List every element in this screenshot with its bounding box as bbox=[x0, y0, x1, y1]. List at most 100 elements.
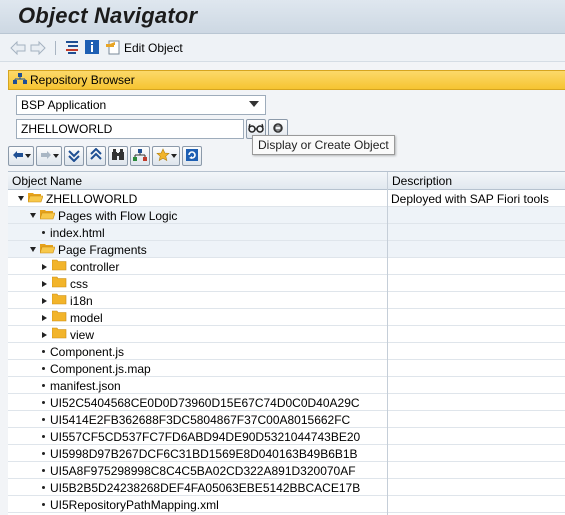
tree-node[interactable]: controller bbox=[42, 258, 119, 275]
expand-arrow-right-icon[interactable] bbox=[42, 297, 47, 304]
expand-arrow-down-icon[interactable] bbox=[30, 247, 36, 252]
find-button[interactable] bbox=[108, 146, 128, 166]
refresh-icon bbox=[185, 148, 199, 165]
tree-node[interactable]: UI5RepositoryPathMapping.xml bbox=[42, 496, 219, 513]
back-button[interactable] bbox=[10, 39, 26, 57]
chevron-down-icon bbox=[249, 101, 259, 107]
tree-node-label: Component.js bbox=[50, 344, 125, 359]
object-type-value: BSP Application bbox=[21, 98, 107, 112]
expand-arrow-down-icon[interactable] bbox=[30, 213, 36, 218]
tree-node[interactable]: Page Fragments bbox=[30, 241, 147, 258]
forward-arrow-icon bbox=[30, 41, 46, 55]
tree-node-label: css bbox=[70, 276, 88, 291]
expand-arrow-right-icon[interactable] bbox=[42, 280, 47, 287]
tree-row[interactable]: UI5RepositoryPathMapping.xml bbox=[8, 496, 565, 513]
tree-node-label: Component.js.map bbox=[50, 361, 151, 376]
collapse-all-button[interactable] bbox=[64, 146, 84, 166]
tree-row[interactable]: model bbox=[8, 309, 565, 326]
expand-arrow-right-icon[interactable] bbox=[42, 331, 47, 338]
tree-node-label: ZHELLOWORLD bbox=[46, 191, 138, 206]
edit-object-label: Edit Object bbox=[124, 41, 183, 55]
page-title: Object Navigator bbox=[18, 3, 198, 28]
tree-node[interactable]: index.html bbox=[42, 224, 105, 241]
tree-node[interactable]: manifest.json bbox=[42, 377, 121, 394]
tree-node[interactable]: Pages with Flow Logic bbox=[30, 207, 177, 224]
tree-row[interactable]: ZHELLOWORLD Deployed with SAP Fiori tools bbox=[8, 190, 565, 207]
tree-node[interactable]: model bbox=[42, 309, 103, 326]
tree-row[interactable]: index.html bbox=[8, 224, 565, 241]
hierarchy-button[interactable] bbox=[64, 39, 80, 57]
tree-row[interactable]: Page Fragments bbox=[8, 241, 565, 258]
tree-row[interactable]: css bbox=[8, 275, 565, 292]
tree-node[interactable]: Component.js.map bbox=[42, 360, 151, 377]
bullet-icon bbox=[42, 435, 45, 438]
column-header-description[interactable]: Description bbox=[387, 172, 565, 190]
tree-row[interactable]: UI5A8F975298998C8C4C5BA02CD322A891D32007… bbox=[8, 462, 565, 479]
expand-arrow-right-icon[interactable] bbox=[42, 263, 47, 270]
expand-arrow-down-icon[interactable] bbox=[18, 196, 24, 201]
tree-node[interactable]: UI557CF5CD537FC7FD6ABD94DE90D5321044743B… bbox=[42, 428, 360, 445]
tree-node[interactable]: view bbox=[42, 326, 94, 343]
tree-row[interactable]: UI5998D97B267DCF6C31BD1569E8D040163B49B6… bbox=[8, 445, 565, 462]
tree-node[interactable]: Component.js bbox=[42, 343, 124, 360]
info-button[interactable] bbox=[84, 39, 100, 57]
tree-row[interactable]: i18n bbox=[8, 292, 565, 309]
favorites-button[interactable] bbox=[152, 146, 180, 166]
expand-arrow-right-icon[interactable] bbox=[42, 314, 47, 321]
tree-node[interactable]: ZHELLOWORLD bbox=[18, 190, 137, 207]
tree-row[interactable]: Component.js bbox=[8, 343, 565, 360]
bullet-icon bbox=[42, 231, 45, 234]
tree-node-label: UI5998D97B267DCF6C31BD1569E8D040163B49B6… bbox=[50, 446, 358, 461]
expand-all-button[interactable] bbox=[86, 146, 106, 166]
object-name-input[interactable]: ZHELLOWORLD bbox=[16, 119, 244, 139]
column-divider bbox=[387, 172, 388, 515]
edit-object-button[interactable]: Edit Object bbox=[106, 39, 183, 57]
object-type-select[interactable]: BSP Application bbox=[16, 95, 266, 115]
repository-browser-label: Repository Browser bbox=[30, 73, 135, 87]
row-divider bbox=[8, 512, 565, 513]
tree-row[interactable]: view bbox=[8, 326, 565, 343]
tree-row[interactable]: UI52C5404568CE0D0D73960D15E67C74D0C0D40A… bbox=[8, 394, 565, 411]
tree-node[interactable]: UI5B2B5D24238268DEF4FA05063EBE5142BBCACE… bbox=[42, 479, 360, 496]
bullet-icon bbox=[42, 401, 45, 404]
tree-node-label: i18n bbox=[70, 293, 93, 308]
tree-row[interactable]: UI5414E2FB362688F3DC5804867F37C00A801566… bbox=[8, 411, 565, 428]
collapse-icon bbox=[67, 148, 81, 165]
structure-button[interactable] bbox=[130, 146, 150, 166]
tree-node[interactable]: i18n bbox=[42, 292, 93, 309]
tree-row[interactable]: UI5B2B5D24238268DEF4FA05063EBE5142BBCACE… bbox=[8, 479, 565, 496]
tree-node[interactable]: UI5414E2FB362688F3DC5804867F37C00A801566… bbox=[42, 411, 350, 428]
repository-browser-header[interactable]: Repository Browser bbox=[8, 70, 565, 90]
bullet-icon bbox=[42, 350, 45, 353]
title-bar: Object Navigator bbox=[0, 0, 565, 34]
tree-node-label: index.html bbox=[50, 225, 105, 240]
previous-object-button[interactable] bbox=[8, 146, 34, 166]
tree-node[interactable]: UI5998D97B267DCF6C31BD1569E8D040163B49B6… bbox=[42, 445, 358, 462]
tree-row[interactable]: controller bbox=[8, 258, 565, 275]
edit-object-icon bbox=[106, 39, 122, 58]
column-header-object-name[interactable]: Object Name bbox=[8, 172, 387, 190]
tree-node[interactable]: UI5A8F975298998C8C4C5BA02CD322A891D32007… bbox=[42, 462, 356, 479]
tree-node[interactable]: UI52C5404568CE0D0D73960D15E67C74D0C0D40A… bbox=[42, 394, 360, 411]
forward-arrow-icon bbox=[40, 149, 52, 163]
bullet-icon bbox=[42, 486, 45, 489]
tree-row[interactable]: Pages with Flow Logic bbox=[8, 207, 565, 224]
tree-row[interactable]: manifest.json bbox=[8, 377, 565, 394]
tree-node-label: UI5B2B5D24238268DEF4FA05063EBE5142BBCACE… bbox=[50, 480, 361, 495]
tree-node-label: UI5A8F975298998C8C4C5BA02CD322A891D32007… bbox=[50, 463, 356, 478]
tree-node-label: Page Fragments bbox=[58, 242, 147, 257]
structure-icon bbox=[133, 148, 147, 165]
folder-open-icon bbox=[27, 191, 44, 206]
next-object-button[interactable] bbox=[36, 146, 62, 166]
bullet-icon bbox=[42, 418, 45, 421]
refresh-button[interactable] bbox=[182, 146, 202, 166]
tree-node[interactable]: css bbox=[42, 275, 88, 292]
binoculars-icon bbox=[111, 148, 125, 165]
toolbar-separator bbox=[55, 41, 56, 55]
tree-row[interactable]: Component.js.map bbox=[8, 360, 565, 377]
repository-browser-icon bbox=[13, 72, 27, 88]
hierarchy-icon bbox=[64, 39, 80, 58]
forward-button[interactable] bbox=[30, 39, 46, 57]
star-icon bbox=[155, 147, 170, 165]
tree-row[interactable]: UI557CF5CD537FC7FD6ABD94DE90D5321044743B… bbox=[8, 428, 565, 445]
